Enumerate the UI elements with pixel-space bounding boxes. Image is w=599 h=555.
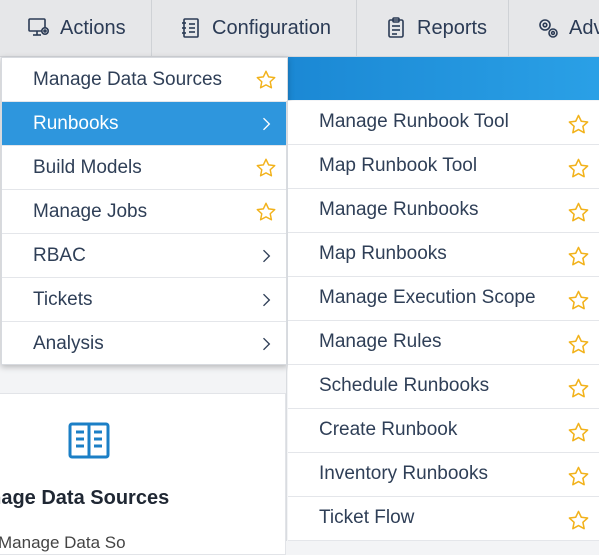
submenu-item-label: Manage Runbooks bbox=[319, 198, 479, 220]
notebook-icon bbox=[178, 15, 204, 41]
menu-item-build-models[interactable]: Build Models bbox=[2, 146, 287, 190]
menu-item-label: Manage Jobs bbox=[33, 200, 148, 222]
star-icon[interactable] bbox=[566, 112, 590, 136]
submenu-item-label: Manage Rules bbox=[319, 330, 442, 352]
star-icon[interactable] bbox=[566, 508, 590, 532]
data-sources-card[interactable] bbox=[0, 393, 286, 555]
submenu-divider bbox=[286, 101, 287, 541]
star-icon[interactable] bbox=[566, 332, 590, 356]
page-header-bar bbox=[286, 57, 599, 100]
cogs-icon bbox=[535, 15, 561, 41]
book-icon bbox=[68, 421, 110, 461]
submenu-item-ticket-flow[interactable]: Ticket Flow bbox=[288, 497, 599, 541]
tab-actions[interactable]: Actions bbox=[0, 0, 152, 56]
submenu-item-label: Map Runbook Tool bbox=[319, 154, 478, 176]
menu-item-manage-data-sources[interactable]: Manage Data Sources bbox=[2, 58, 287, 102]
tab-reports-label: Reports bbox=[417, 16, 488, 39]
submenu-item-label: Ticket Flow bbox=[319, 506, 415, 528]
menu-item-label: Analysis bbox=[33, 333, 104, 354]
submenu-item-inventory-runbooks[interactable]: Inventory Runbooks bbox=[288, 453, 599, 497]
chevron-right-icon bbox=[255, 333, 277, 355]
card-subtitle: Manage Data So bbox=[0, 533, 126, 552]
chevron-right-icon bbox=[255, 245, 277, 267]
submenu-item-label: Schedule Runbooks bbox=[319, 374, 490, 396]
star-icon[interactable] bbox=[255, 69, 277, 91]
submenu-item-manage-execution-scope[interactable]: Manage Execution Scope bbox=[288, 277, 599, 321]
top-navigation: Actions Configuration Reports Ad bbox=[0, 0, 599, 57]
menu-item-manage-jobs[interactable]: Manage Jobs bbox=[2, 190, 287, 234]
tab-actions-label: Actions bbox=[60, 16, 126, 39]
submenu-item-manage-rules[interactable]: Manage Rules bbox=[288, 321, 599, 365]
submenu-item-map-runbooks[interactable]: Map Runbooks bbox=[288, 233, 599, 277]
chevron-right-icon bbox=[255, 289, 277, 311]
tab-advanced[interactable]: Adv bbox=[509, 0, 599, 56]
submenu-item-label: Create Runbook bbox=[319, 418, 458, 440]
menu-item-rbac[interactable]: RBAC bbox=[2, 234, 287, 278]
menu-item-label: Build Models bbox=[33, 156, 142, 178]
monitor-gear-icon bbox=[26, 15, 52, 41]
tab-configuration-label: Configuration bbox=[212, 16, 331, 39]
clipboard-icon bbox=[383, 15, 409, 41]
tab-reports[interactable]: Reports bbox=[357, 0, 509, 56]
submenu-item-label: Manage Runbook Tool bbox=[319, 110, 509, 132]
submenu-item-manage-runbook-tool[interactable]: Manage Runbook Tool bbox=[288, 101, 599, 145]
tab-advanced-label: Adv bbox=[569, 16, 599, 39]
chevron-right-icon bbox=[255, 113, 277, 135]
tab-configuration[interactable]: Configuration bbox=[152, 0, 357, 56]
submenu-item-manage-runbooks[interactable]: Manage Runbooks bbox=[288, 189, 599, 233]
submenu-item-schedule-runbooks[interactable]: Schedule Runbooks bbox=[288, 365, 599, 409]
menu-item-analysis[interactable]: Analysis bbox=[2, 322, 287, 366]
menu-item-label: Manage Data Sources bbox=[33, 68, 223, 90]
menu-item-label: RBAC bbox=[33, 244, 86, 266]
submenu-item-label: Map Runbooks bbox=[319, 242, 447, 264]
star-icon[interactable] bbox=[566, 420, 590, 444]
star-icon[interactable] bbox=[566, 156, 590, 180]
submenu-item-map-runbook-tool[interactable]: Map Runbook Tool bbox=[288, 145, 599, 189]
star-icon[interactable] bbox=[566, 200, 590, 224]
submenu-item-create-runbook[interactable]: Create Runbook bbox=[288, 409, 599, 453]
card-title: anage Data Sources bbox=[0, 487, 170, 509]
menu-item-tickets[interactable]: Tickets bbox=[2, 278, 287, 322]
star-icon[interactable] bbox=[566, 464, 590, 488]
submenu-item-label: Manage Execution Scope bbox=[319, 286, 536, 308]
menu-item-label: Runbooks bbox=[33, 112, 119, 134]
runbooks-submenu: Manage Runbook Tool Map Runbook Tool Man… bbox=[288, 101, 599, 541]
menu-item-label: Tickets bbox=[33, 288, 93, 310]
menu-item-runbooks[interactable]: Runbooks bbox=[2, 102, 287, 146]
star-icon[interactable] bbox=[255, 201, 277, 223]
actions-dropdown-menu: Manage Data Sources Runbooks Build Model… bbox=[1, 57, 288, 365]
star-icon[interactable] bbox=[566, 244, 590, 268]
submenu-item-label: Inventory Runbooks bbox=[319, 462, 488, 484]
star-icon[interactable] bbox=[566, 288, 590, 312]
star-icon[interactable] bbox=[566, 376, 590, 400]
star-icon[interactable] bbox=[255, 157, 277, 179]
